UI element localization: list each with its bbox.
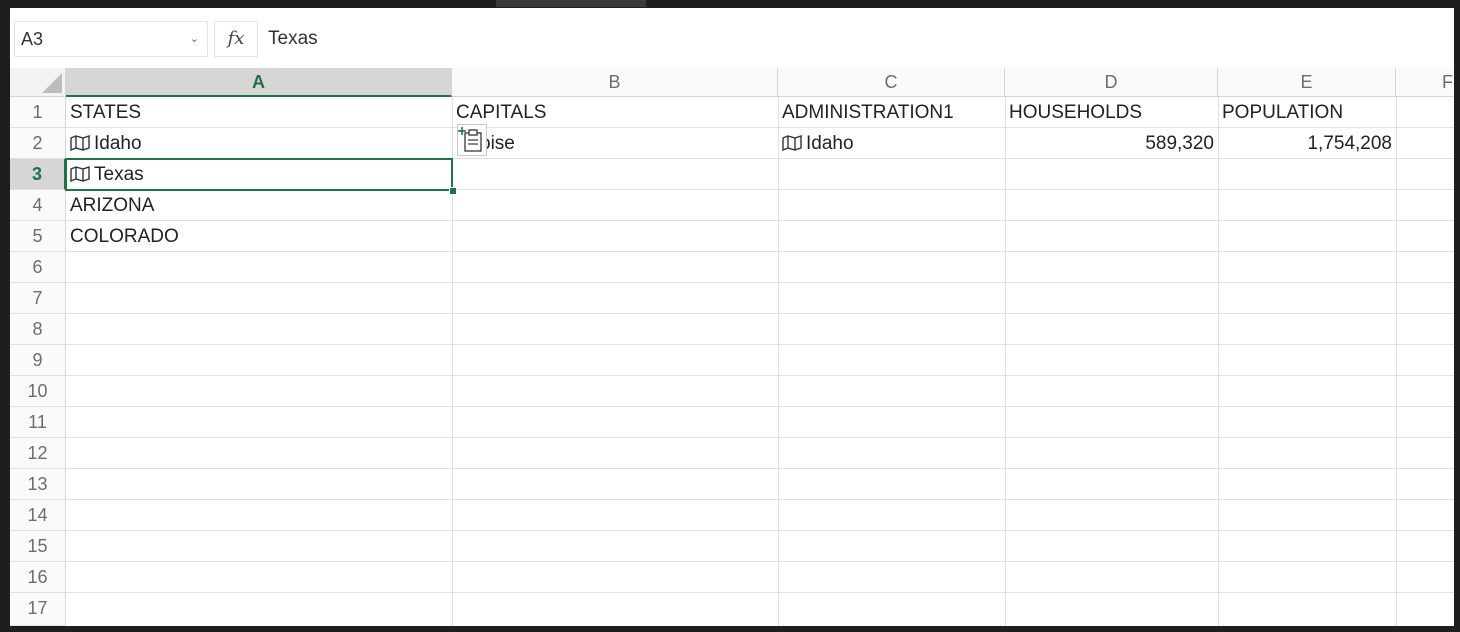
row-header-16[interactable]: 16: [10, 562, 66, 593]
gridline: [1005, 97, 1006, 626]
cell-c1[interactable]: ADMINISTRATION1: [778, 97, 1005, 128]
row-header-12[interactable]: 12: [10, 438, 66, 469]
gridline: [66, 313, 1454, 314]
gridline: [66, 499, 1454, 500]
gridline: [66, 561, 1454, 562]
cell-d1[interactable]: HOUSEHOLDS: [1005, 97, 1218, 128]
gridline: [66, 344, 1454, 345]
formula-bar: A3 ⌄ fx Texas: [10, 8, 1454, 68]
column-header-e[interactable]: E: [1218, 68, 1396, 97]
row-header-17[interactable]: 17: [10, 593, 66, 626]
window-tab-strip: [496, 0, 646, 7]
formula-input[interactable]: Texas: [262, 21, 1452, 57]
column-header-f[interactable]: F: [1396, 68, 1454, 97]
row-header-2[interactable]: 2: [10, 128, 66, 159]
column-header-c[interactable]: C: [778, 68, 1005, 97]
cell-d2[interactable]: 589,320: [1005, 128, 1218, 159]
row-header-9[interactable]: 9: [10, 345, 66, 376]
gridline: [66, 282, 1454, 283]
map-icon[interactable]: [70, 166, 90, 182]
cell-a3[interactable]: Texas: [66, 159, 452, 190]
name-box-value: A3: [21, 29, 44, 49]
cell-b2[interactable]: oise: [452, 128, 778, 159]
column-header-b[interactable]: B: [452, 68, 778, 97]
gridline: [66, 468, 1454, 469]
row-header-3[interactable]: 3: [10, 159, 66, 190]
insert-function-button[interactable]: fx: [214, 21, 258, 57]
row-header-15[interactable]: 15: [10, 531, 66, 562]
cell-e1[interactable]: POPULATION: [1218, 97, 1396, 128]
paste-options-button[interactable]: [457, 124, 487, 156]
row-header-14[interactable]: 14: [10, 500, 66, 531]
select-all-triangle-icon: [42, 73, 62, 93]
gridline: [66, 530, 1454, 531]
row-header-8[interactable]: 8: [10, 314, 66, 345]
spreadsheet-app: A3 ⌄ fx Texas A B C D E F 1 2 3 4 5 6 7 …: [10, 8, 1454, 626]
gridline: [66, 406, 1454, 407]
cell-a2[interactable]: Idaho: [66, 128, 452, 159]
row-header-11[interactable]: 11: [10, 407, 66, 438]
paste-options-icon: [458, 127, 482, 152]
name-box[interactable]: A3 ⌄: [14, 21, 208, 57]
fill-handle[interactable]: [449, 187, 457, 195]
cell-a5[interactable]: COLORADO: [66, 221, 452, 252]
cell-c2[interactable]: Idaho: [778, 128, 1005, 159]
cell-a4[interactable]: ARIZONA: [66, 190, 452, 221]
column-header-a[interactable]: A: [66, 68, 452, 97]
cell-e2[interactable]: 1,754,208: [1218, 128, 1396, 159]
gridline: [1396, 97, 1397, 626]
row-header-1[interactable]: 1: [10, 97, 66, 128]
gridline: [66, 592, 1454, 593]
cell-a2-value: Idaho: [94, 133, 142, 154]
map-icon[interactable]: [782, 135, 802, 151]
cell-c2-value: Idaho: [806, 133, 854, 154]
select-all-button[interactable]: [10, 68, 66, 97]
row-header-7[interactable]: 7: [10, 283, 66, 314]
gridline: [452, 97, 453, 626]
gridline: [66, 375, 1454, 376]
cell-a1[interactable]: STATES: [66, 97, 452, 128]
gridline: [66, 437, 1454, 438]
row-header-13[interactable]: 13: [10, 469, 66, 500]
column-header-d[interactable]: D: [1005, 68, 1218, 97]
map-icon[interactable]: [70, 135, 90, 151]
row-header-4[interactable]: 4: [10, 190, 66, 221]
row-header-10[interactable]: 10: [10, 376, 66, 407]
gridline: [1218, 97, 1219, 626]
cell-b1[interactable]: CAPITALS: [452, 97, 778, 128]
chevron-down-icon[interactable]: ⌄: [190, 22, 199, 56]
gridline: [778, 97, 779, 626]
row-header-6[interactable]: 6: [10, 252, 66, 283]
worksheet-grid[interactable]: A B C D E F 1 2 3 4 5 6 7 8 9 10 11 12 1…: [10, 68, 1454, 626]
row-header-5[interactable]: 5: [10, 221, 66, 252]
cell-a3-value: Texas: [94, 164, 144, 185]
